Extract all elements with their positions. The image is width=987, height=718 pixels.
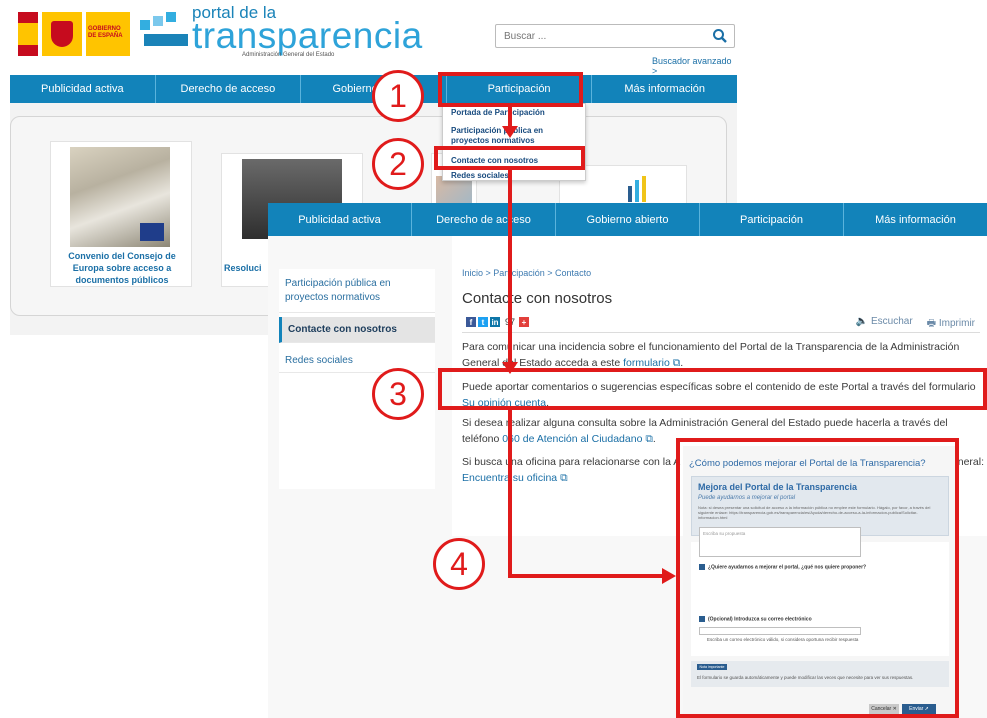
step-4-marker: 4 (433, 538, 485, 590)
nav-publicidad-activa[interactable]: Publicidad activa (10, 75, 156, 103)
advanced-search-link[interactable]: Buscador avanzado > (652, 56, 737, 76)
print-button[interactable]: 🖶 Imprimir (927, 316, 975, 333)
dropdown-item-portada[interactable]: Portada de Participación (451, 108, 583, 118)
featured-card[interactable]: Convenio del Consejo de Europa sobre acc… (50, 141, 192, 287)
paragraph-text: Para comunicar una incidencia sobre el f… (462, 341, 960, 369)
connector-line (508, 106, 512, 128)
page-tools: 🔈 Escuchar 🖶 Imprimir (856, 316, 975, 333)
sidebar-item-participacion-publica[interactable]: Participación pública en proyectos norma… (279, 269, 435, 313)
sidebar-item-redes-sociales[interactable]: Redes sociales (279, 349, 435, 373)
arrow-right-icon (662, 568, 676, 584)
page-title: Contacte con nosotros (462, 290, 613, 307)
highlight-participacion (438, 72, 583, 107)
card-title: Convenio del Consejo de Europa sobre acc… (68, 251, 176, 285)
portal-logo-text[interactable]: transparencia (192, 15, 423, 57)
dropdown-item-redes-sociales[interactable]: Redes sociales (451, 171, 583, 181)
listen-label: Escuchar (870, 316, 913, 327)
step-3-marker: 3 (372, 368, 424, 420)
search-box (495, 24, 735, 48)
breadcrumb[interactable]: Inicio > Participación > Contacto (462, 268, 591, 278)
arrow-down-icon (502, 126, 518, 138)
council-of-europe-icon (140, 223, 164, 241)
nav-participacion[interactable]: Participación (700, 203, 844, 236)
nav-derecho-de-acceso[interactable]: Derecho de acceso (156, 75, 302, 103)
arrow-down-icon (502, 362, 518, 374)
highlight-contacte (434, 146, 585, 170)
facebook-icon[interactable]: f (466, 317, 476, 327)
government-logo[interactable]: GOBIERNO DE ESPAÑA (18, 12, 130, 56)
nav-derecho-de-acceso[interactable]: Derecho de acceso (412, 203, 556, 236)
step-2-marker: 2 (372, 138, 424, 190)
portal-logo-subtitle: Administración General del Estado (242, 52, 335, 58)
paragraph-incidencia: Para comunicar una incidencia sobre el f… (462, 341, 960, 369)
search-icon[interactable] (712, 28, 728, 44)
card-title: Resoluci (224, 263, 262, 273)
search-input[interactable] (504, 28, 704, 44)
paragraph-text: Si busca una oficina para relacionarse c… (462, 456, 681, 468)
share-bar: f t in 97 + (466, 317, 530, 327)
connector-line (508, 410, 512, 578)
twitter-icon[interactable]: t (478, 317, 488, 327)
listen-button[interactable]: 🔈 Escuchar (856, 316, 913, 333)
flag-icon (18, 12, 38, 56)
plus-share-icon[interactable]: + (519, 317, 530, 327)
step-1-marker: 1 (372, 70, 424, 122)
coat-of-arms-icon (42, 12, 82, 56)
nav-publicidad-activa[interactable]: Publicidad activa (268, 203, 412, 236)
nav-mas-informacion[interactable]: Más información (844, 203, 987, 236)
sidebar-item-contacte[interactable]: Contacte con nosotros (279, 317, 435, 343)
external-link-icon: ⧉ (642, 433, 653, 445)
print-label: Imprimir (938, 318, 975, 329)
highlight-form (676, 438, 959, 718)
speaker-icon: 🔈 (855, 316, 869, 327)
linkedin-icon[interactable]: in (490, 317, 500, 327)
gov-logo-text: GOBIERNO DE ESPAÑA (86, 12, 130, 56)
connector-line (508, 170, 512, 368)
highlight-sugerencias (438, 368, 987, 410)
growth-chart-icon (626, 174, 650, 204)
divider (462, 332, 980, 333)
printer-icon: 🖶 (926, 318, 937, 329)
documents-image (70, 147, 170, 247)
nav-mas-informacion[interactable]: Más información (592, 75, 737, 103)
external-link-icon: ⧉ (557, 472, 568, 484)
telefono-060-link[interactable]: 060 de Atención al Ciudadano (502, 433, 642, 445)
connector-line (508, 574, 664, 578)
main-nav: Publicidad activa Derecho de acceso Gobi… (268, 203, 987, 236)
portal-logo-icon[interactable] (140, 12, 190, 52)
nav-gobierno-abierto[interactable]: Gobierno abierto (556, 203, 700, 236)
site-header: GOBIERNO DE ESPAÑA portal de la transpar… (10, 0, 737, 76)
